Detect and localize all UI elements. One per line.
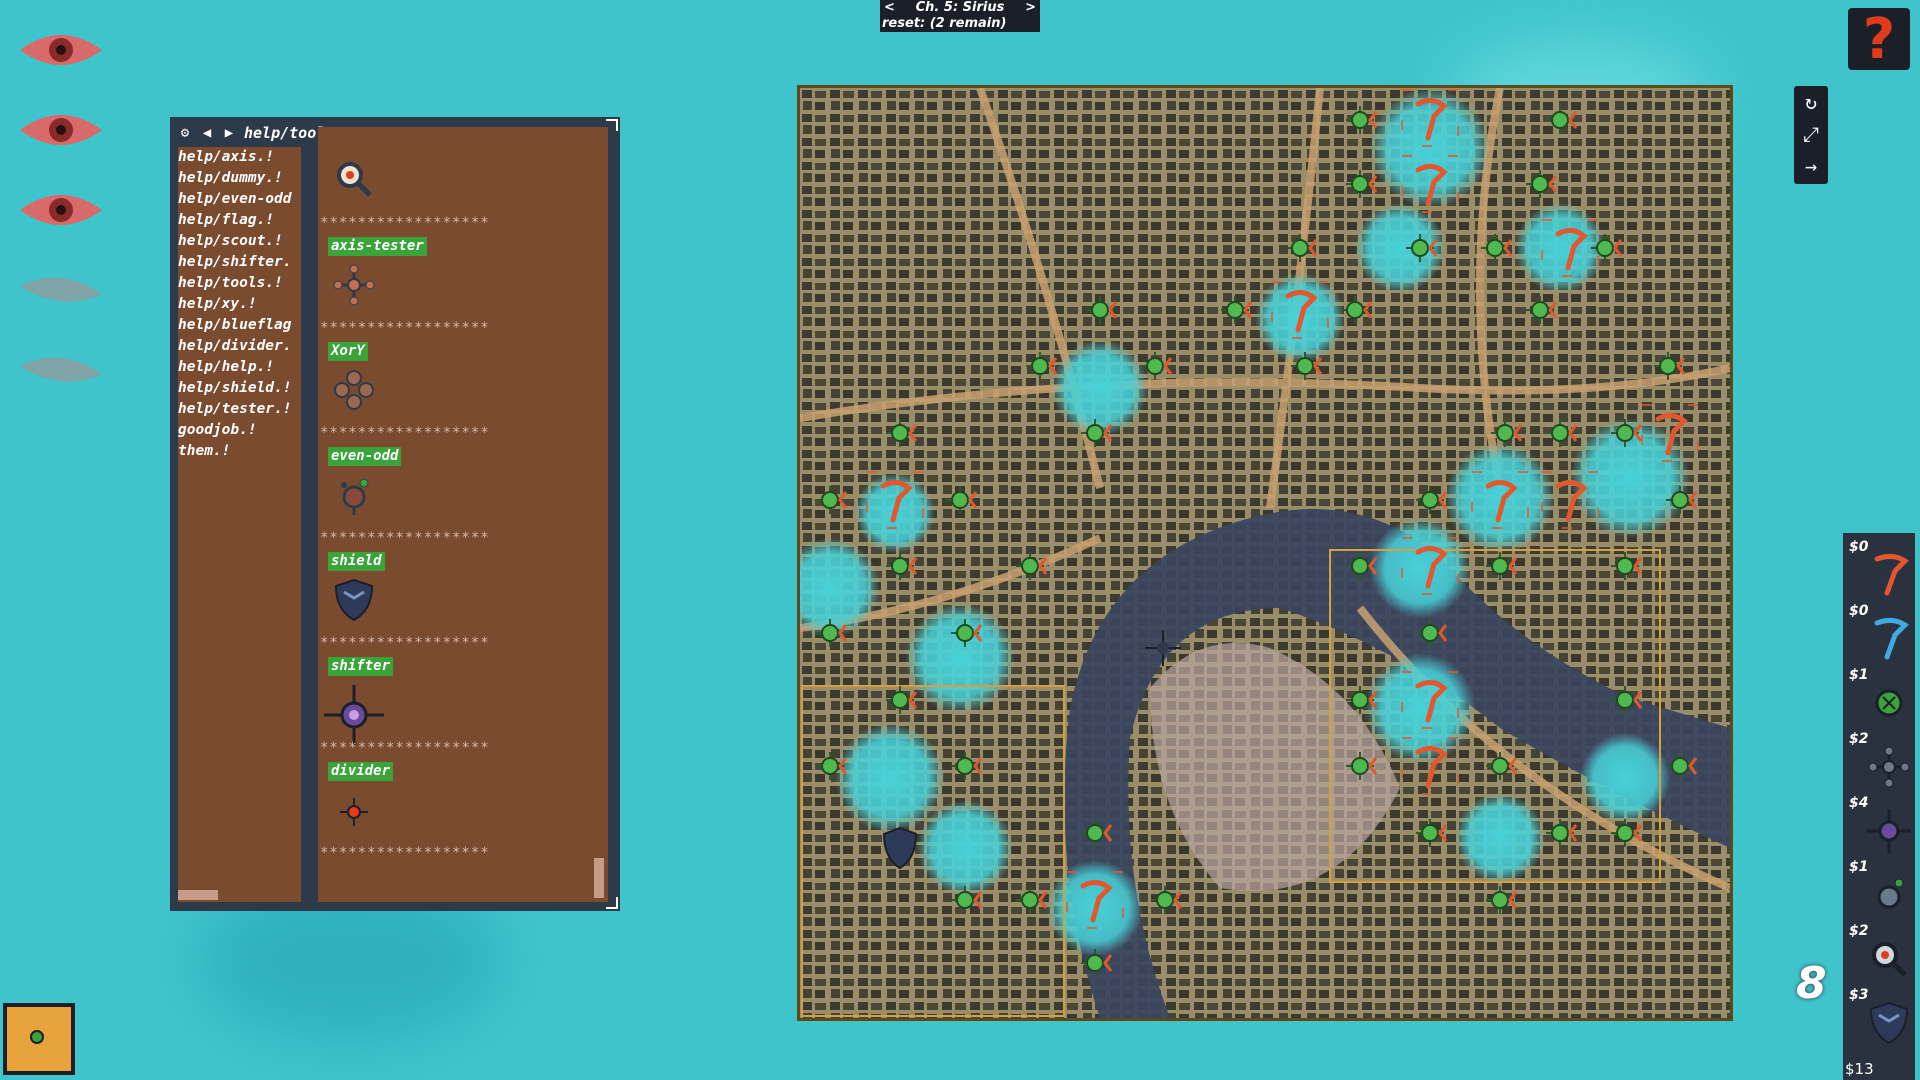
file-item[interactable]: help/flag.! (178, 210, 301, 231)
help-terminal: ⚙ ◀ ▶ help/tools.! help/axis.! help/dumm… (170, 117, 620, 911)
file-item[interactable]: help/blueflag (178, 315, 301, 336)
vertical-scrollbar[interactable] (594, 858, 604, 898)
magnifier-icon (337, 162, 372, 197)
file-item[interactable]: help/tools.! (178, 273, 301, 294)
separator: ****************** (320, 215, 490, 231)
tool-tag-shield[interactable]: shield (328, 552, 385, 571)
shop-item-shifter[interactable]: $4 (1847, 795, 1911, 855)
tool-tag-xory[interactable]: XorY (328, 342, 368, 361)
forward-arrow-icon[interactable]: ▶ (220, 124, 238, 142)
shop-item-blue-flag[interactable]: $0 (1847, 603, 1911, 663)
cross-node-icon (1868, 746, 1910, 788)
chapter-title: Ch. 5: Sirius (915, 0, 1005, 15)
arrow-right-icon[interactable]: → (1794, 150, 1828, 182)
file-item[interactable]: help/shifter. (178, 252, 301, 273)
file-item[interactable]: help/xy.! (178, 294, 301, 315)
eye-open-icon (18, 180, 104, 240)
next-chapter-button[interactable]: > (1025, 0, 1036, 16)
scout-icon (1875, 689, 1903, 717)
file-item[interactable]: help/scout.! (178, 231, 301, 252)
total-cost: $13 (1845, 1060, 1874, 1078)
file-item[interactable]: help/even-odd (178, 189, 301, 210)
file-item[interactable]: help/axis.! (178, 147, 301, 168)
diamond-node-icon (334, 370, 374, 410)
eye-open-icon (18, 100, 104, 160)
resize-handle[interactable] (606, 897, 618, 909)
tool-tag-divider[interactable]: divider (328, 762, 394, 781)
shop-price: $0 (1849, 603, 1869, 619)
end-turn-button[interactable] (3, 1003, 75, 1075)
bug-node-icon (341, 478, 369, 515)
file-item[interactable]: help/shield.! (178, 378, 301, 399)
file-item[interactable]: help/tester.! (178, 399, 301, 420)
eye-closed-icon (18, 340, 104, 400)
shop-price: $0 (1849, 539, 1869, 555)
flags-remaining: 8 (1796, 958, 1827, 1009)
eye-open-icon (18, 20, 104, 80)
shop-price: $3 (1849, 987, 1869, 1003)
shield-icon (1869, 1001, 1909, 1045)
cross-node-icon (333, 264, 375, 306)
prev-chapter-button[interactable]: < (884, 0, 895, 16)
horizontal-scrollbar[interactable] (178, 890, 218, 900)
file-list: help/axis.! help/dummy.! help/even-odd h… (178, 147, 301, 902)
shop-price: $1 (1849, 859, 1869, 875)
file-item[interactable]: goodjob.! (178, 420, 301, 441)
gear-icon[interactable]: ⚙ (176, 124, 194, 142)
game-map[interactable] (797, 85, 1733, 1021)
eye-closed-icon (18, 260, 104, 320)
separator: ****************** (320, 740, 490, 756)
tools-doc: ****************** axis-tester *********… (318, 127, 608, 902)
map-canvas[interactable] (800, 88, 1730, 1018)
back-arrow-icon[interactable]: ◀ (198, 124, 216, 142)
tool-tag-axis-tester[interactable]: axis-tester (328, 237, 427, 256)
tester-icon (1872, 942, 1907, 977)
file-item[interactable]: help/help.! (178, 357, 301, 378)
view-controls: ↻ ⤢ → (1794, 86, 1828, 184)
shop-item-shield[interactable]: $3 (1847, 987, 1911, 1047)
reset-button[interactable]: reset: (2 remain) (880, 16, 1040, 32)
divider-icon (340, 798, 368, 826)
shield-icon (334, 578, 374, 622)
separator: ****************** (320, 845, 490, 861)
shop-item-red-flag[interactable]: $0 (1847, 539, 1911, 599)
separator: ****************** (320, 320, 490, 336)
shop-item-axis-tester[interactable]: $2 (1847, 731, 1911, 791)
file-item[interactable]: help/divider. (178, 336, 301, 357)
shop-price: $2 (1849, 731, 1869, 747)
separator: ****************** (320, 425, 490, 441)
shop-price: $2 (1849, 923, 1869, 939)
fullscreen-icon[interactable]: ⤢ (1794, 118, 1828, 150)
shop-item-scout[interactable]: $1 (1847, 667, 1911, 727)
tool-tag-shifter[interactable]: shifter (328, 657, 394, 676)
shifter-icon (1867, 809, 1911, 853)
shifter-icon (324, 685, 384, 745)
chapter-selector: < Ch. 5: Sirius > reset: (2 remain) (880, 0, 1040, 32)
shop-item-even-odd[interactable]: $1 (1847, 859, 1911, 919)
blue-flag-icon (1874, 617, 1909, 660)
shop-price: $1 (1849, 667, 1869, 683)
lives-column (18, 20, 108, 420)
file-item[interactable]: them.! (178, 441, 301, 462)
separator: ****************** (320, 530, 490, 546)
rotate-icon[interactable]: ↻ (1794, 86, 1828, 118)
separator: ****************** (320, 635, 490, 651)
even-odd-icon (1877, 878, 1904, 909)
shop-item-tester[interactable]: $2 (1847, 923, 1911, 983)
tool-tag-even-odd[interactable]: even-odd (328, 447, 402, 466)
green-dot-icon (30, 1030, 44, 1044)
shop-price: $4 (1849, 795, 1869, 811)
tool-shop: $0 $0 $1 $2 $4 $1 $2 $3 $13 (1843, 533, 1915, 1080)
file-item[interactable]: help/dummy.! (178, 168, 301, 189)
red-flag-icon (1874, 553, 1909, 596)
help-button[interactable]: ? (1848, 7, 1910, 72)
